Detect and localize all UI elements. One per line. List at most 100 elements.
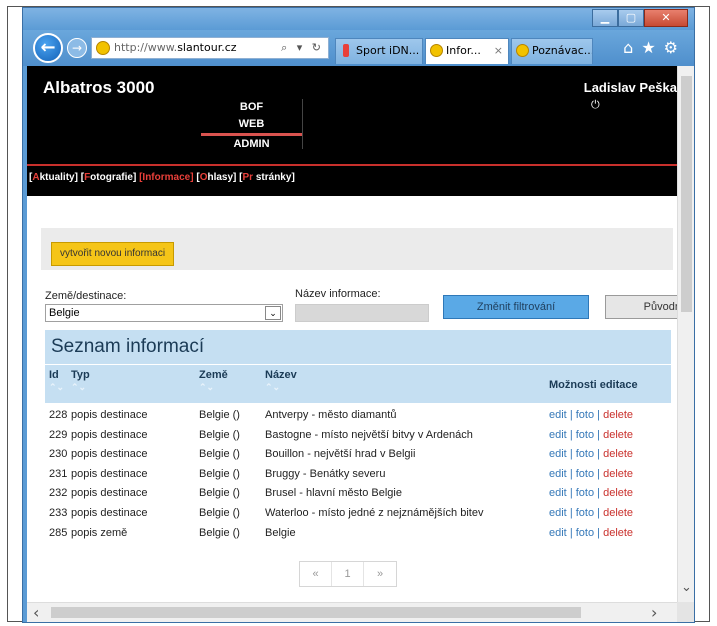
cell-name: Belgie xyxy=(265,526,296,539)
cell-name: Antverpy - město diamantů xyxy=(265,409,397,421)
window-controls: ▁ ▢ ✕ xyxy=(592,9,688,27)
maximize-icon[interactable]: ▢ xyxy=(618,9,644,27)
delete-link[interactable]: delete xyxy=(603,507,633,519)
back-arrow-icon[interactable]: ← xyxy=(33,33,63,63)
photo-link[interactable]: foto xyxy=(576,507,594,519)
country-select[interactable]: Belgie ⌄ xyxy=(45,304,283,322)
column-header-name[interactable]: Název ⌃⌄ xyxy=(265,369,297,392)
cell-country: Belgie () xyxy=(199,448,240,461)
photo-link[interactable]: foto xyxy=(576,429,594,441)
address-domain: slantour.cz xyxy=(177,41,237,54)
pager-prev-button[interactable]: « xyxy=(300,562,332,586)
delete-link[interactable]: delete xyxy=(603,487,633,499)
settings-gear-icon[interactable]: ⚙ xyxy=(664,38,686,57)
sysnav-item-admin[interactable]: ADMIN xyxy=(201,136,302,153)
vertical-scroll-thumb[interactable] xyxy=(681,76,692,312)
tab-poznavaci[interactable]: Poznávac... xyxy=(511,38,593,64)
sun-icon xyxy=(516,44,529,57)
name-input[interactable] xyxy=(295,304,429,322)
cell-id: 233 xyxy=(49,507,68,519)
delete-link[interactable]: delete xyxy=(603,468,633,480)
submenu-item-informace[interactable]: [Informace] xyxy=(139,172,193,183)
horizontal-scrollbar[interactable]: ‹ › xyxy=(27,602,677,622)
edit-link[interactable]: edit xyxy=(549,527,567,539)
cell-type: popis destinace xyxy=(71,428,148,441)
table-row: 228 popis destinace Belgie () Antverpy - mě… xyxy=(45,406,671,425)
table-row: 230 popis destinace Belgie () Bouillon - ne… xyxy=(45,445,671,464)
edit-link[interactable]: edit xyxy=(549,487,567,499)
address-search-refresh-icons[interactable]: ⌕ ▾ ↻ xyxy=(281,38,324,58)
sort-icon[interactable]: ⌃⌄ xyxy=(199,383,228,392)
submenu-item-ohlasy[interactable]: [Ohlasy] xyxy=(196,172,236,183)
reset-filter-button[interactable]: Původní xyxy=(605,295,677,319)
edit-link[interactable]: edit xyxy=(549,468,567,480)
scroll-left-icon[interactable]: ‹ xyxy=(33,603,39,623)
tab-informace[interactable]: Infor... × xyxy=(425,38,509,64)
edit-link[interactable]: edit xyxy=(549,448,567,460)
separator: | xyxy=(597,448,601,461)
cell-country: Belgie () xyxy=(199,507,240,519)
scroll-right-icon[interactable]: › xyxy=(651,603,657,623)
cell-country: Belgie () xyxy=(199,487,240,500)
home-icon[interactable]: ⌂ xyxy=(623,38,641,57)
separator: | xyxy=(569,448,573,461)
photo-link[interactable]: foto xyxy=(576,448,594,460)
delete-link[interactable]: delete xyxy=(603,527,633,539)
section-submenu: [Aktuality] [Fotografie] [Informace] [Oh… xyxy=(27,164,677,196)
address-prefix: http://www. xyxy=(114,41,178,54)
delete-link[interactable]: delete xyxy=(603,409,633,421)
pager-page-button[interactable]: 1 xyxy=(332,562,364,586)
user-name: Ladislav Peška xyxy=(583,80,677,95)
submenu-item-pr-stranky[interactable]: [Pr stránky] xyxy=(239,172,295,183)
edit-link[interactable]: edit xyxy=(549,507,567,519)
column-header-country[interactable]: Země ⌃⌄ xyxy=(199,369,228,392)
sort-icon[interactable]: ⌃⌄ xyxy=(265,383,297,392)
submenu-item-aktuality[interactable]: [Aktuality] xyxy=(29,172,78,183)
tab-sport[interactable]: Sport iDN... xyxy=(335,38,423,64)
column-header-type[interactable]: Typ ⌃⌄ xyxy=(71,369,90,392)
delete-link[interactable]: delete xyxy=(603,429,633,441)
pager-next-button[interactable]: » xyxy=(364,562,396,586)
photo-link[interactable]: foto xyxy=(576,487,594,499)
edit-link[interactable]: edit xyxy=(549,409,567,421)
sort-icon[interactable]: ⌃⌄ xyxy=(49,383,64,392)
logout-power-icon[interactable]: ⏻ xyxy=(591,98,600,112)
submenu-item-fotografie[interactable]: [Fotografie] xyxy=(81,172,137,183)
separator: | xyxy=(569,409,573,421)
photo-link[interactable]: foto xyxy=(576,409,594,421)
close-icon[interactable]: ✕ xyxy=(644,9,688,27)
edit-options: edit | foto | delete xyxy=(549,426,633,445)
edit-options: edit | foto | delete xyxy=(549,484,633,503)
cell-name: Bastogne - místo největší bitvy v Ardená… xyxy=(265,428,473,441)
photo-link[interactable]: foto xyxy=(576,468,594,480)
scroll-down-icon[interactable]: ⌄ xyxy=(678,580,695,595)
create-information-button[interactable]: vytvořit novou informaci xyxy=(51,242,175,266)
sort-icon[interactable]: ⌃⌄ xyxy=(71,383,90,392)
cell-id: 230 xyxy=(49,448,68,461)
table-row: 285 popis země Belgie () Belgie edit | foto … xyxy=(45,524,671,543)
site-header: Albatros 3000 Ladislav Peška ⏻ BOF WEB A… xyxy=(27,66,677,164)
favorites-star-icon[interactable]: ★ xyxy=(641,38,663,57)
separator: | xyxy=(569,428,573,441)
photo-link[interactable]: foto xyxy=(576,527,594,539)
sysnav-item-bof[interactable]: BOF xyxy=(201,99,302,116)
chevron-down-icon[interactable]: ⌄ xyxy=(265,306,281,320)
tab-label: Infor... xyxy=(446,44,481,57)
edit-options: edit | foto | delete xyxy=(549,445,633,464)
vertical-scrollbar[interactable]: ^ ⌄ xyxy=(677,66,694,602)
apply-filter-button[interactable]: Změnit filtrování xyxy=(443,295,589,319)
delete-link[interactable]: delete xyxy=(603,448,633,460)
horizontal-scroll-thumb[interactable] xyxy=(51,607,581,618)
edit-link[interactable]: edit xyxy=(549,429,567,441)
forward-arrow-icon[interactable]: → xyxy=(67,38,87,58)
separator: | xyxy=(569,467,573,480)
column-header-id[interactable]: Id ⌃⌄ xyxy=(49,369,64,392)
table-row: 229 popis destinace Belgie () Bastogne - mí… xyxy=(45,426,671,445)
site-favicon-icon xyxy=(96,41,110,55)
tab-close-icon[interactable]: × xyxy=(494,39,503,63)
minimize-icon[interactable]: ▁ xyxy=(592,9,618,27)
address-bar[interactable]: http://www.slantour.cz ⌕ ▾ ↻ xyxy=(91,37,329,59)
sysnav-item-web[interactable]: WEB xyxy=(201,116,302,133)
create-panel: vytvořit novou informaci xyxy=(41,228,673,270)
separator: | xyxy=(597,487,601,500)
